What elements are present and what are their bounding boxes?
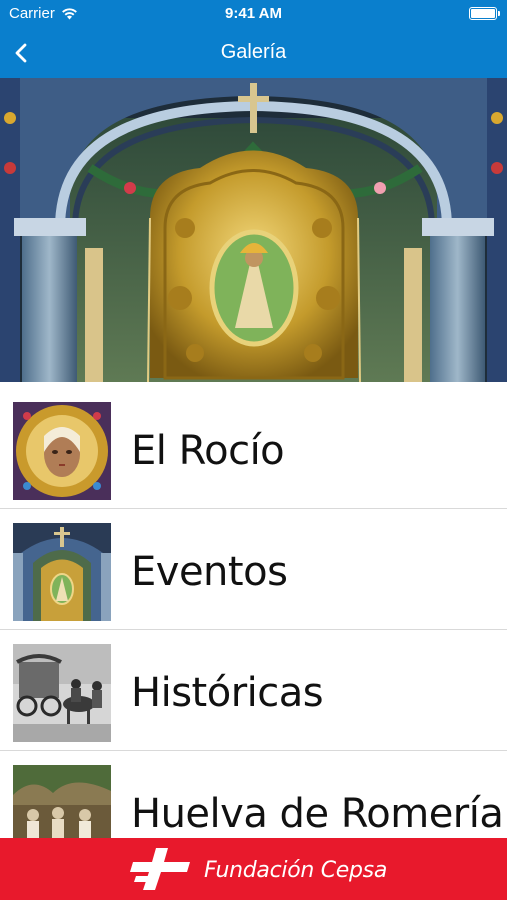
- gallery-item-historicas[interactable]: Históricas: [0, 630, 507, 751]
- navigation-bar: Galería: [0, 28, 507, 78]
- gallery-item-el-rocio[interactable]: El Rocío: [0, 388, 507, 509]
- sponsor-name: Fundación Cepsa: [204, 858, 388, 883]
- historic-carriage-thumbnail: [13, 644, 111, 742]
- status-time: 9:41 AM: [225, 5, 282, 22]
- cepsa-logo-icon: [130, 848, 190, 890]
- gallery-item-eventos[interactable]: Eventos: [0, 509, 507, 630]
- gallery-list: El Rocío Eventos Históricas Huelva de Ro…: [0, 388, 507, 872]
- gallery-item-label: Huelva de Romería: [131, 791, 504, 837]
- gallery-item-label: Eventos: [131, 549, 288, 595]
- gallery-item-label: El Rocío: [131, 428, 285, 474]
- page-title: Galería: [220, 41, 287, 63]
- status-bar: Carrier 9:41 AM: [0, 0, 507, 28]
- virgin-face-thumbnail: [13, 402, 111, 500]
- gallery-item-label: Históricas: [131, 670, 324, 716]
- battery-icon: [469, 7, 500, 20]
- altar-thumbnail: [13, 523, 111, 621]
- sponsor-footer[interactable]: Fundación Cepsa: [0, 838, 507, 900]
- hero-image: [0, 78, 507, 382]
